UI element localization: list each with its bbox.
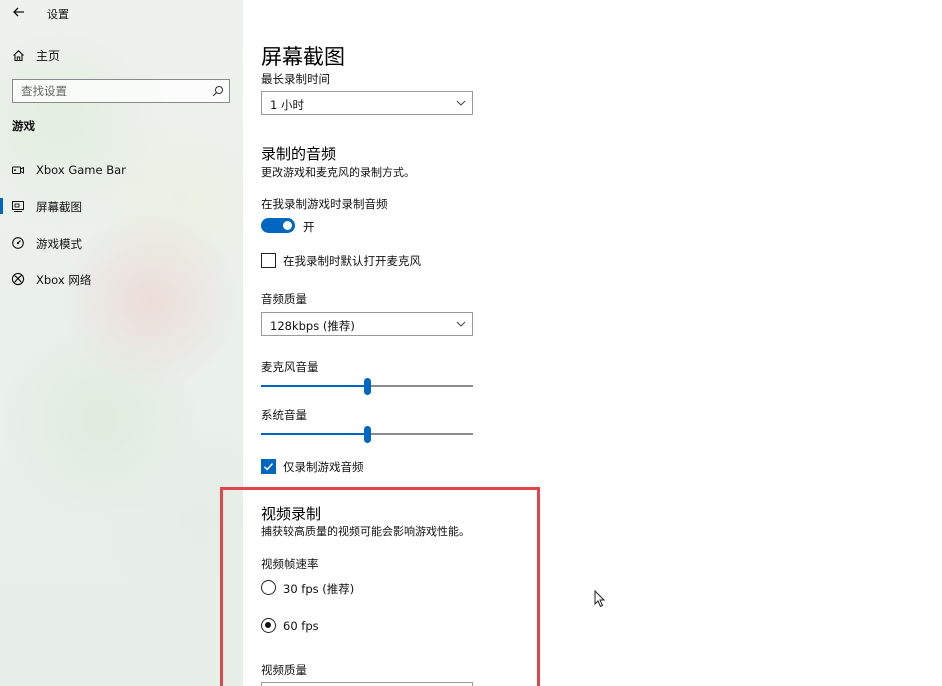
mic-default-checkbox[interactable] xyxy=(261,253,276,268)
audio-section-description: 更改游戏和麦克风的录制方式。 xyxy=(261,166,415,179)
home-icon xyxy=(13,49,24,61)
mic-volume-label: 麦克风音量 xyxy=(261,360,319,374)
record-audio-label: 在我录制游戏时录制音频 xyxy=(261,197,388,211)
page-title: 屏幕截图 xyxy=(261,45,345,69)
sidebar-section-label: 游戏 xyxy=(12,119,35,133)
slider-track xyxy=(367,433,473,435)
toggle-knob xyxy=(283,221,292,230)
sidebar: 设置 主页 游戏 Xbox Game Bar 屏幕截图 xyxy=(0,0,243,686)
sidebar-item-label: Xbox 网络 xyxy=(36,273,92,287)
mic-default-label: 在我录制时默认打开麦克风 xyxy=(283,254,421,268)
sidebar-item-game-mode[interactable]: 游戏模式 xyxy=(0,230,243,256)
slider-thumb[interactable] xyxy=(364,378,371,395)
dropdown-value: 128kbps (推荐) xyxy=(270,319,355,333)
slider-fill xyxy=(261,433,367,435)
slider-track xyxy=(367,385,473,387)
highlight-box xyxy=(220,487,540,686)
audio-quality-label: 音频质量 xyxy=(261,292,307,306)
max-record-dropdown[interactable]: 1 小时 xyxy=(261,91,473,115)
sidebar-item-screen-capture[interactable]: 屏幕截图 xyxy=(0,193,243,219)
nav-home-label: 主页 xyxy=(36,48,61,63)
audio-section-title: 录制的音频 xyxy=(261,145,337,163)
max-record-label: 最长录制时间 xyxy=(261,72,330,86)
window-title: 设置 xyxy=(47,8,69,21)
dropdown-value: 1 小时 xyxy=(270,98,304,112)
game-audio-only-checkbox[interactable] xyxy=(261,459,276,474)
gamebar-icon xyxy=(12,166,24,174)
search-icon[interactable] xyxy=(212,85,224,97)
sidebar-item-label: Xbox Game Bar xyxy=(36,163,126,177)
checkmark-icon xyxy=(263,463,274,471)
slider-thumb[interactable] xyxy=(364,426,371,443)
system-volume-label: 系统音量 xyxy=(261,408,307,422)
search-input[interactable] xyxy=(13,80,203,102)
nav-home[interactable]: 主页 xyxy=(12,46,60,64)
sidebar-item-xbox-network[interactable]: Xbox 网络 xyxy=(0,266,243,292)
audio-quality-dropdown[interactable]: 128kbps (推荐) xyxy=(261,312,473,336)
sidebar-item-label: 游戏模式 xyxy=(36,237,82,251)
record-audio-toggle[interactable] xyxy=(261,218,295,233)
slider-fill xyxy=(261,385,367,387)
sidebar-item-label: 屏幕截图 xyxy=(36,200,82,214)
mouse-cursor-icon xyxy=(594,590,606,608)
back-arrow-icon[interactable] xyxy=(12,5,26,19)
capture-icon xyxy=(12,201,24,212)
system-volume-slider[interactable] xyxy=(261,426,473,443)
toggle-state-label: 开 xyxy=(303,220,315,234)
game-audio-only-label: 仅录制游戏音频 xyxy=(283,460,364,474)
mic-volume-slider[interactable] xyxy=(261,378,473,395)
search-box[interactable] xyxy=(12,79,230,103)
chevron-down-icon xyxy=(456,321,466,327)
sidebar-item-xbox-game-bar[interactable]: Xbox Game Bar xyxy=(0,157,243,183)
title-bar: 设置 xyxy=(0,0,243,26)
xbox-icon xyxy=(11,272,25,286)
chevron-down-icon xyxy=(456,100,466,106)
game-mode-icon xyxy=(12,237,24,249)
